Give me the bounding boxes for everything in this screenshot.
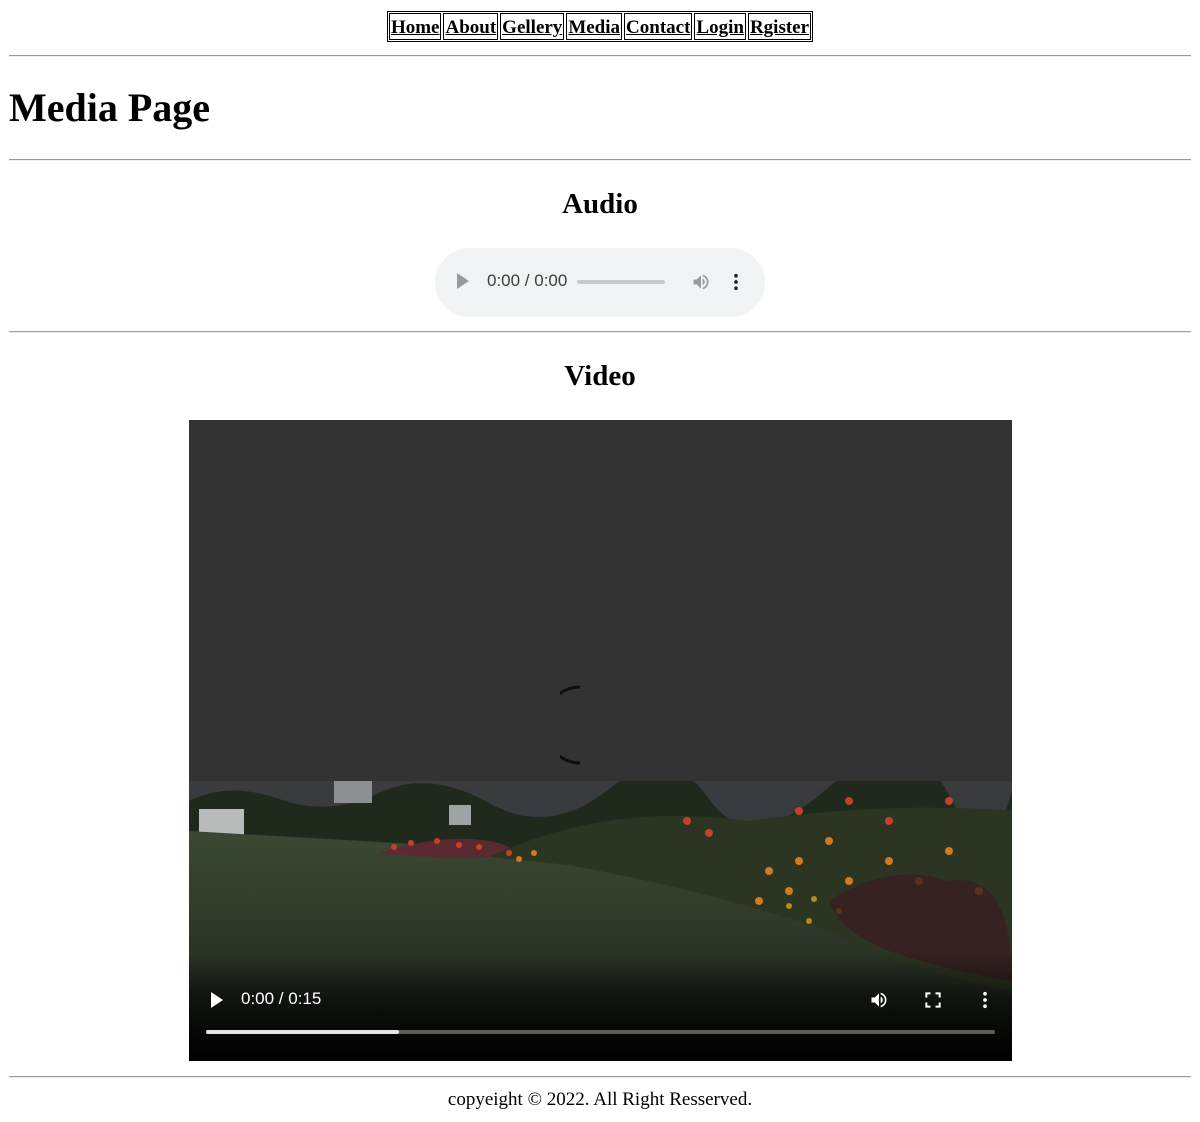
nav-table: Home About Gellery Media Contact Login R… (386, 11, 814, 42)
audio-heading: Audio (562, 188, 638, 220)
fullscreen-icon[interactable] (923, 990, 943, 1010)
video-time: 0:00 / 0:15 (241, 989, 322, 1008)
nav-link-about[interactable]: About (443, 13, 499, 40)
video-player[interactable]: 0:00 / 0:15 (189, 420, 1012, 1061)
video-buffered-bar (206, 1030, 400, 1034)
footer-copyright: copyeight © 2022. All Right Resserved. (447, 1089, 753, 1110)
divider (9, 1076, 1191, 1078)
nav-link-home[interactable]: Home (388, 13, 442, 40)
divider (9, 159, 1191, 161)
top-navigation: Home About Gellery Media Contact Login R… (0, 11, 1200, 42)
video-heading: Video (564, 360, 636, 392)
loading-spinner-icon (560, 685, 581, 765)
page-title: Media Page (9, 85, 211, 130)
play-icon[interactable] (211, 992, 223, 1008)
nav-link-register[interactable]: Rgister (747, 13, 812, 40)
more-options-icon[interactable] (975, 990, 995, 1010)
nav-link-gallery[interactable]: Gellery (500, 13, 565, 40)
audio-player[interactable]: 0:00 / 0:00 (435, 248, 765, 317)
audio-progress-bar[interactable] (577, 280, 665, 284)
divider (9, 331, 1191, 333)
volume-icon[interactable] (869, 990, 889, 1010)
volume-icon[interactable] (691, 272, 711, 292)
more-options-icon[interactable] (726, 272, 746, 292)
video-progress-bar[interactable] (206, 1030, 995, 1034)
play-icon[interactable] (457, 273, 469, 289)
divider (9, 55, 1191, 57)
nav-link-contact[interactable]: Contact (624, 13, 693, 40)
nav-link-login[interactable]: Login (694, 13, 746, 40)
media-page: Home About Gellery Media Contact Login R… (0, 0, 1200, 1122)
audio-time: 0:00 / 0:00 (487, 271, 568, 290)
nav-link-media[interactable]: Media (566, 13, 623, 40)
